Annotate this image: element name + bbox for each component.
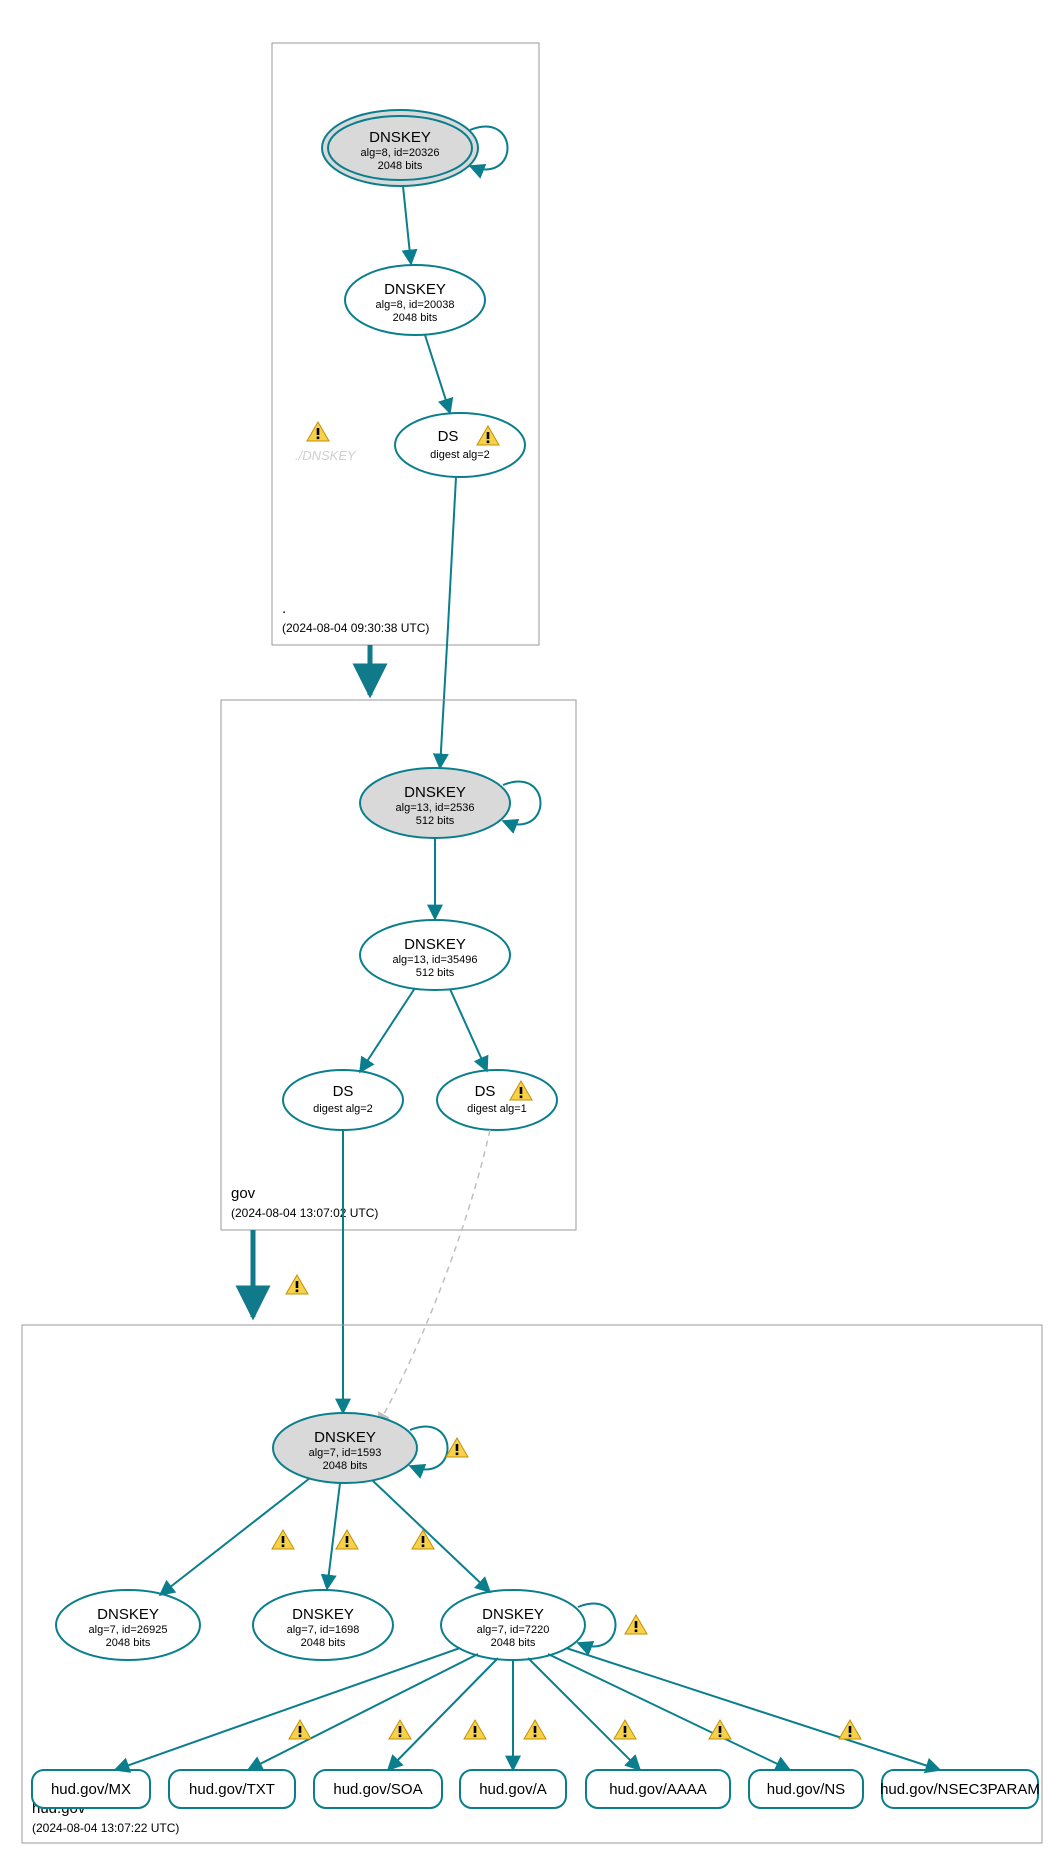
svg-text:hud.gov/NSEC3PARAM: hud.gov/NSEC3PARAM xyxy=(880,1781,1040,1798)
node-root-ds: DS digest alg=2 xyxy=(395,413,525,477)
node-hud-k2: DNSKEY alg=7, id=1698 2048 bits xyxy=(253,1590,393,1660)
svg-text:digest alg=2: digest alg=2 xyxy=(430,449,490,461)
dnsviz-graph: . (2024-08-04 09:30:38 UTC) DNSKEY alg=8… xyxy=(0,0,1063,1861)
warn-k3 xyxy=(412,1530,434,1549)
svg-text:alg=7, id=1593: alg=7, id=1593 xyxy=(309,1447,382,1459)
node-rr-soa: hud.gov/SOA xyxy=(314,1770,442,1808)
svg-text:alg=7, id=26925: alg=7, id=26925 xyxy=(89,1624,168,1636)
node-gov-ksk: DNSKEY alg=13, id=2536 512 bits xyxy=(360,768,510,838)
node-gov-zsk: DNSKEY alg=13, id=35496 512 bits xyxy=(360,920,510,990)
edge-hud-ksk-k3 xyxy=(372,1480,490,1592)
warn-txt xyxy=(289,1720,311,1739)
zone-time-root: (2024-08-04 09:30:38 UTC) xyxy=(282,621,429,635)
svg-text:2048 bits: 2048 bits xyxy=(378,160,423,172)
warn-aaaa xyxy=(614,1720,636,1739)
edge-hud-ksk-k1 xyxy=(160,1478,310,1595)
svg-text:digest alg=2: digest alg=2 xyxy=(313,1103,373,1115)
warn-hud-ksk-self xyxy=(446,1438,468,1457)
edge-gov-zsk-to-ds1 xyxy=(360,988,415,1072)
svg-text:hud.gov/SOA: hud.gov/SOA xyxy=(333,1781,422,1798)
node-gov-ds2: DS digest alg=1 xyxy=(437,1070,557,1130)
warn-hud-k3-self xyxy=(625,1615,647,1634)
node-rr-aaaa: hud.gov/AAAA xyxy=(586,1770,730,1808)
svg-text:DNSKEY: DNSKEY xyxy=(369,129,431,146)
warn-a xyxy=(464,1720,486,1739)
zone-label-gov: gov xyxy=(231,1185,256,1202)
node-rr-mx: hud.gov/MX xyxy=(32,1770,150,1808)
node-hud-ksk: DNSKEY alg=7, id=1593 2048 bits xyxy=(273,1413,417,1483)
edge-k3-ns xyxy=(548,1654,790,1770)
svg-text:DS: DS xyxy=(333,1083,354,1100)
svg-text:DNSKEY: DNSKEY xyxy=(314,1429,376,1446)
svg-text:./DNSKEY: ./DNSKEY xyxy=(295,448,357,463)
svg-text:DNSKEY: DNSKEY xyxy=(292,1606,354,1623)
warn-k2 xyxy=(336,1530,358,1549)
warn-a2 xyxy=(524,1720,546,1739)
edge-root-ksk-to-zsk xyxy=(403,186,411,264)
svg-text:DNSKEY: DNSKEY xyxy=(384,281,446,298)
edge-k3-soa xyxy=(388,1658,498,1770)
svg-text:hud.gov/NS: hud.gov/NS xyxy=(767,1781,845,1798)
svg-text:2048 bits: 2048 bits xyxy=(393,312,438,324)
svg-text:2048 bits: 2048 bits xyxy=(491,1637,536,1649)
svg-text:alg=8, id=20326: alg=8, id=20326 xyxy=(361,147,440,159)
svg-text:2048 bits: 2048 bits xyxy=(106,1637,151,1649)
warn-nsec3 xyxy=(839,1720,861,1739)
node-gov-ds1: DS digest alg=2 xyxy=(283,1070,403,1130)
edge-root-zsk-to-ds xyxy=(425,335,450,413)
svg-text:alg=7, id=7220: alg=7, id=7220 xyxy=(477,1624,550,1636)
node-root-zsk: DNSKEY alg=8, id=20038 2048 bits xyxy=(345,265,485,335)
node-rr-ns: hud.gov/NS xyxy=(749,1770,863,1808)
node-hud-k1: DNSKEY alg=7, id=26925 2048 bits xyxy=(56,1590,200,1660)
edge-k3-txt xyxy=(248,1654,478,1770)
svg-text:2048 bits: 2048 bits xyxy=(323,1460,368,1472)
zone-label-root: . xyxy=(282,600,286,617)
svg-text:hud.gov/A: hud.gov/A xyxy=(479,1781,547,1798)
svg-text:alg=8, id=20038: alg=8, id=20038 xyxy=(376,299,455,311)
edge-k3-aaaa xyxy=(528,1658,640,1770)
node-rr-a: hud.gov/A xyxy=(460,1770,566,1808)
node-hud-k3: DNSKEY alg=7, id=7220 2048 bits xyxy=(441,1590,585,1660)
svg-text:alg=13, id=2536: alg=13, id=2536 xyxy=(396,802,475,814)
svg-text:alg=13, id=35496: alg=13, id=35496 xyxy=(392,954,477,966)
svg-text:DNSKEY: DNSKEY xyxy=(482,1606,544,1623)
svg-text:digest alg=1: digest alg=1 xyxy=(467,1103,527,1115)
edge-hud-ksk-k2 xyxy=(327,1483,340,1589)
warn-k1 xyxy=(272,1530,294,1549)
edge-gov-zsk-to-ds2 xyxy=(450,989,487,1071)
node-root-ghost: ./DNSKEY xyxy=(295,422,357,463)
warn-soa xyxy=(389,1720,411,1739)
zone-time-hud: (2024-08-04 13:07:22 UTC) xyxy=(32,1821,179,1835)
edge-k3-mx xyxy=(115,1648,460,1770)
node-rr-txt: hud.gov/TXT xyxy=(169,1770,295,1808)
edge-gov-ds2-to-hud-ksk xyxy=(378,1130,490,1425)
svg-text:DNSKEY: DNSKEY xyxy=(404,784,466,801)
svg-text:DNSKEY: DNSKEY xyxy=(97,1606,159,1623)
warn-ns xyxy=(709,1720,731,1739)
svg-text:hud.gov/MX: hud.gov/MX xyxy=(51,1781,131,1798)
node-rr-nsec3: hud.gov/NSEC3PARAM xyxy=(880,1770,1040,1808)
svg-text:alg=7, id=1698: alg=7, id=1698 xyxy=(287,1624,360,1636)
svg-text:2048 bits: 2048 bits xyxy=(301,1637,346,1649)
node-root-ksk: DNSKEY alg=8, id=20326 2048 bits xyxy=(322,110,478,186)
edge-root-ds-to-gov-ksk xyxy=(440,477,456,768)
svg-text:512 bits: 512 bits xyxy=(416,967,455,979)
svg-text:DNSKEY: DNSKEY xyxy=(404,936,466,953)
svg-text:DS: DS xyxy=(438,428,459,445)
svg-text:hud.gov/TXT: hud.gov/TXT xyxy=(189,1781,275,1798)
svg-text:512 bits: 512 bits xyxy=(416,815,455,827)
svg-text:DS: DS xyxy=(475,1083,496,1100)
warn-delegation xyxy=(286,1275,308,1294)
svg-text:hud.gov/AAAA: hud.gov/AAAA xyxy=(609,1781,707,1798)
zone-time-gov: (2024-08-04 13:07:02 UTC) xyxy=(231,1206,378,1220)
